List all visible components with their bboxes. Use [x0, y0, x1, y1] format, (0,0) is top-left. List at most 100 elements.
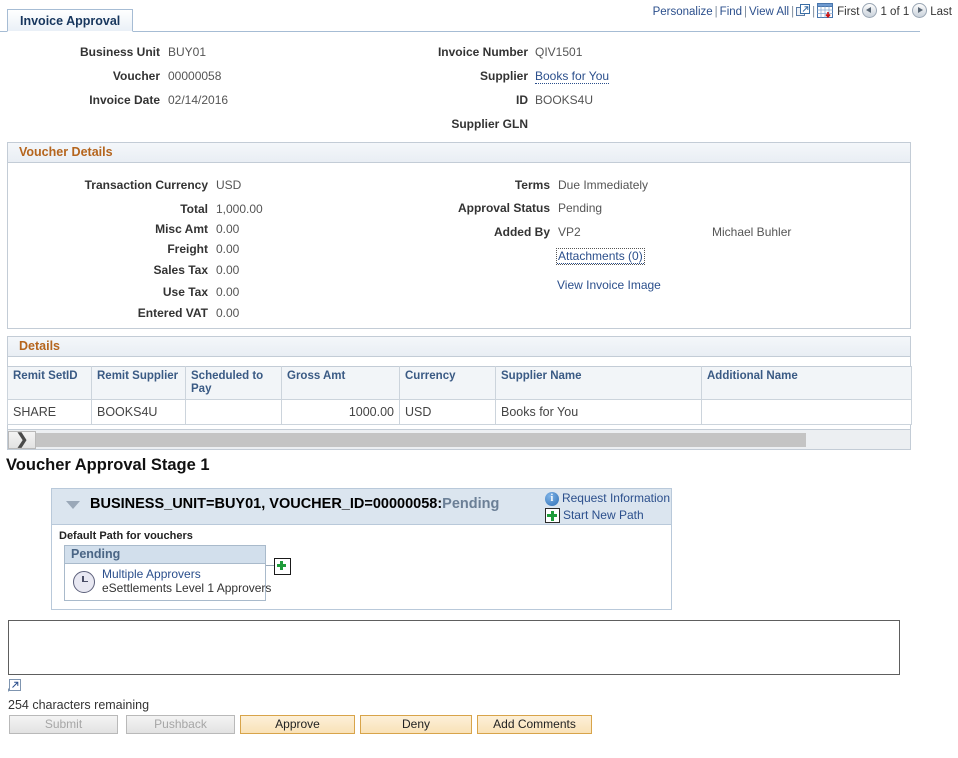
- cell-supplier-name: Books for You: [496, 400, 702, 425]
- comment-input[interactable]: [8, 620, 900, 675]
- approval-header-actions: i Request Information Start New Path: [545, 490, 670, 524]
- approval-stage-body: Multiple Approvers eSettlements Level 1 …: [65, 564, 265, 600]
- scrollbar-track[interactable]: [806, 433, 910, 447]
- start-new-path-link[interactable]: Start New Path: [563, 507, 644, 524]
- first-link[interactable]: First: [833, 6, 859, 18]
- cell-remit-supplier: BOOKS4U: [92, 400, 186, 425]
- attachments-link[interactable]: Attachments (0): [557, 249, 644, 264]
- page-title: Voucher Approval Stage 1: [6, 456, 210, 475]
- add-comments-button[interactable]: Add Comments: [477, 715, 592, 734]
- label-misc-amt: Misc Amt: [0, 222, 208, 236]
- label-voucher: Voucher: [0, 69, 160, 83]
- supplier-link[interactable]: Books for You: [535, 69, 609, 84]
- info-icon: i: [545, 492, 559, 506]
- view-invoice-image-link[interactable]: View Invoice Image: [557, 278, 661, 292]
- value-misc-amt: 0.00: [216, 222, 239, 236]
- tab-invoice-approval[interactable]: Invoice Approval: [7, 9, 133, 32]
- characters-remaining-label: 254 characters remaining: [8, 698, 149, 712]
- submit-button[interactable]: Submit: [9, 715, 118, 734]
- approval-path-label: Default Path for vouchers: [59, 530, 193, 542]
- cell-remit-setid: SHARE: [8, 400, 92, 425]
- request-information-link[interactable]: Request Information: [562, 490, 670, 507]
- approval-stage-status: Pending: [65, 546, 265, 564]
- value-invoice-date: 02/14/2016: [168, 93, 228, 107]
- value-use-tax: 0.00: [216, 285, 239, 299]
- label-added-by: Added By: [390, 225, 550, 239]
- stage-connector-line: [266, 565, 274, 566]
- details-grid-toolbar: Personalize|Find|View All||First1 of 1La…: [653, 3, 952, 20]
- request-information-action[interactable]: i Request Information: [545, 490, 670, 507]
- table-row: SHARE BOOKS4U 1000.00 USD Books for You: [8, 400, 912, 425]
- value-added-by-name: Michael Buhler: [712, 225, 791, 239]
- approval-stage-text: Multiple Approvers eSettlements Level 1 …: [102, 568, 271, 595]
- label-business-unit: Business Unit: [0, 45, 160, 59]
- cell-gross-amt: 1000.00: [282, 400, 400, 425]
- personalize-link[interactable]: Personalize: [653, 6, 713, 18]
- col-additional-name[interactable]: Additional Name: [702, 367, 912, 400]
- value-business-unit: BUY01: [168, 45, 206, 59]
- label-supplier-id: ID: [360, 93, 528, 107]
- pushback-button[interactable]: Pushback: [126, 715, 235, 734]
- multiple-approvers-link[interactable]: Multiple Approvers: [102, 568, 271, 581]
- label-invoice-number: Invoice Number: [360, 45, 528, 59]
- page-indicator: 1 of 1: [880, 6, 909, 18]
- col-scheduled-to-pay[interactable]: Scheduled to Pay: [186, 367, 282, 400]
- details-table: Remit SetID Remit Supplier Scheduled to …: [7, 366, 912, 425]
- last-link[interactable]: Last: [930, 6, 952, 18]
- details-grid-title: Details: [8, 337, 910, 357]
- label-transaction-currency: Transaction Currency: [0, 178, 208, 192]
- table-header-row: Remit SetID Remit Supplier Scheduled to …: [8, 367, 912, 400]
- find-link[interactable]: Find: [720, 6, 742, 18]
- add-approver-icon[interactable]: [274, 558, 291, 575]
- col-currency[interactable]: Currency: [400, 367, 496, 400]
- label-terms: Terms: [390, 178, 550, 192]
- label-approval-status: Approval Status: [390, 201, 550, 215]
- next-page-icon[interactable]: [912, 3, 927, 18]
- approval-header-status: Pending: [442, 496, 499, 512]
- clock-icon: [73, 571, 95, 593]
- cell-additional-name: [702, 400, 912, 425]
- plus-icon: [545, 508, 560, 523]
- view-all-link[interactable]: View All: [749, 6, 789, 18]
- approval-workflow-panel: BUSINESS_UNIT=BUY01, VOUCHER_ID=00000058…: [51, 488, 672, 610]
- grid-horizontal-scrollbar[interactable]: ❮ ❯: [7, 430, 911, 450]
- approval-header-key: BUSINESS_UNIT=BUY01, VOUCHER_ID=00000058…: [90, 496, 442, 512]
- invoice-approval-page: Invoice Approval Business Unit BUY01 Vou…: [0, 0, 958, 758]
- collapse-arrow-icon[interactable]: [66, 501, 80, 509]
- value-sales-tax: 0.00: [216, 263, 239, 277]
- voucher-details-title: Voucher Details: [8, 143, 910, 163]
- value-entered-vat: 0.00: [216, 306, 239, 320]
- col-remit-supplier[interactable]: Remit Supplier: [92, 367, 186, 400]
- approve-button[interactable]: Approve: [240, 715, 355, 734]
- value-transaction-currency: USD: [216, 178, 241, 192]
- scroll-right-icon[interactable]: ❯: [8, 431, 36, 449]
- label-total: Total: [0, 202, 208, 216]
- value-added-by: VP2: [558, 225, 581, 239]
- label-sales-tax: Sales Tax: [0, 263, 208, 277]
- previous-page-icon[interactable]: [862, 3, 877, 18]
- start-new-path-action[interactable]: Start New Path: [545, 507, 670, 524]
- value-terms: Due Immediately: [558, 178, 648, 192]
- label-entered-vat: Entered VAT: [0, 306, 208, 320]
- col-gross-amt[interactable]: Gross Amt: [282, 367, 400, 400]
- col-supplier-name[interactable]: Supplier Name: [496, 367, 702, 400]
- label-freight: Freight: [0, 242, 208, 256]
- value-supplier-id: BOOKS4U: [535, 93, 593, 107]
- grid-download-icon[interactable]: [817, 3, 833, 18]
- value-approval-status: Pending: [558, 201, 602, 215]
- scrollbar-thumb[interactable]: [8, 433, 806, 447]
- approval-header-title: BUSINESS_UNIT=BUY01, VOUCHER_ID=00000058…: [90, 496, 499, 512]
- cell-currency: USD: [400, 400, 496, 425]
- value-invoice-number: QIV1501: [535, 45, 582, 59]
- deny-button[interactable]: Deny: [360, 715, 472, 734]
- value-freight: 0.00: [216, 242, 239, 256]
- approval-stage-box: Pending Multiple Approvers eSettlements …: [64, 545, 266, 601]
- label-use-tax: Use Tax: [0, 285, 208, 299]
- value-voucher: 00000058: [168, 69, 221, 83]
- approval-workflow-header: BUSINESS_UNIT=BUY01, VOUCHER_ID=00000058…: [52, 489, 671, 525]
- col-remit-setid[interactable]: Remit SetID: [8, 367, 92, 400]
- new-window-icon[interactable]: [796, 4, 810, 17]
- expand-icon[interactable]: [8, 679, 22, 692]
- value-total: 1,000.00: [216, 202, 263, 216]
- cell-scheduled-to-pay: [186, 400, 282, 425]
